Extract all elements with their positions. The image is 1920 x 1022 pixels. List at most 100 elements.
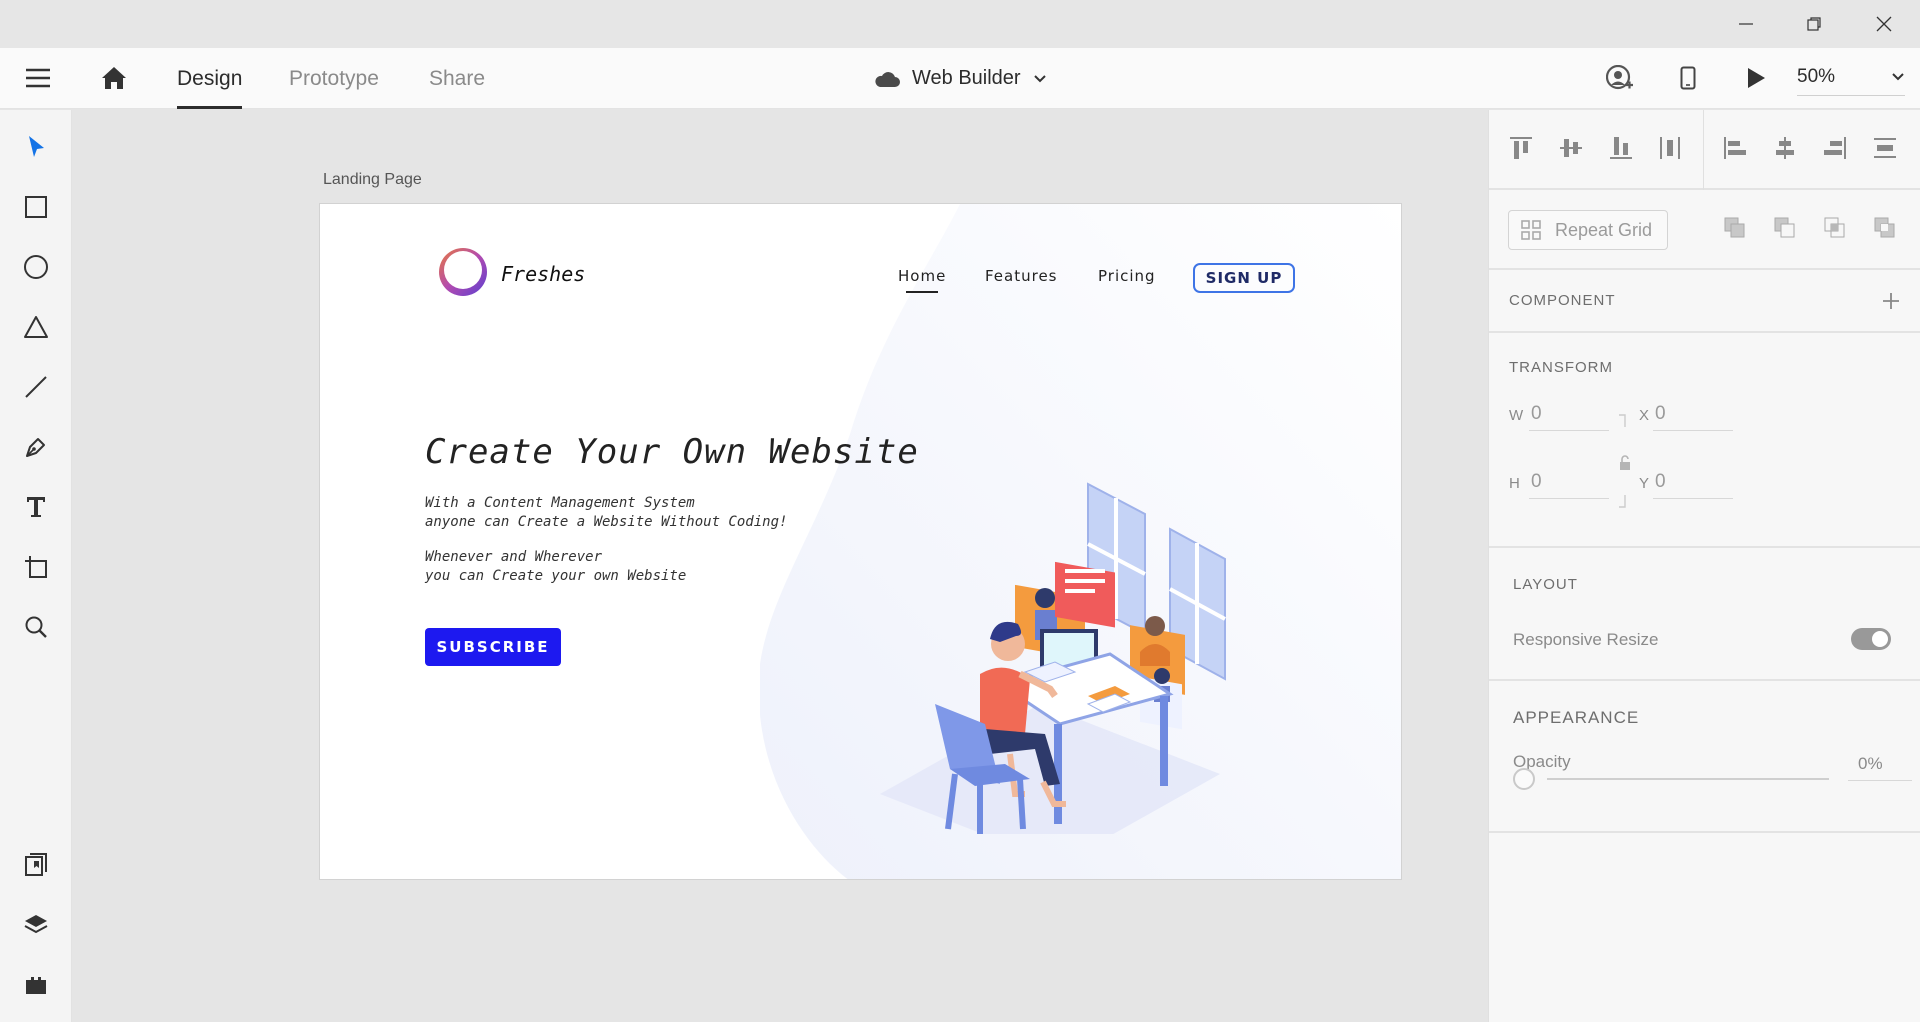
tab-design[interactable]: Design <box>177 48 243 109</box>
minimize-button[interactable] <box>1712 0 1780 48</box>
distribute-horizontal-icon <box>1660 137 1680 159</box>
tab-share[interactable]: Share <box>429 48 485 109</box>
hero-illustration <box>880 482 1226 834</box>
document-title-menu[interactable]: Web Builder <box>874 48 1047 109</box>
restore-button[interactable] <box>1780 0 1848 48</box>
play-icon <box>1748 68 1765 88</box>
lock-icon <box>1619 414 1630 508</box>
minimize-icon <box>1739 23 1753 25</box>
opacity-slider-knob[interactable] <box>1513 768 1535 790</box>
layers-icon <box>24 915 48 934</box>
height-label: H <box>1509 475 1520 492</box>
distribute-horizontal-button[interactable] <box>1652 130 1688 166</box>
tab-prototype[interactable]: Prototype <box>289 48 379 109</box>
text-tool[interactable] <box>16 487 56 527</box>
align-center-icon <box>1776 137 1794 159</box>
opacity-value-field[interactable]: 0% <box>1848 747 1912 781</box>
subscribe-button[interactable]: SUBSCRIBE <box>425 628 561 666</box>
rectangle-tool[interactable] <box>16 187 56 227</box>
artboard-label[interactable]: Landing Page <box>323 171 422 189</box>
distribute-vertical-button[interactable] <box>1867 130 1903 166</box>
align-bottom-icon <box>1610 137 1632 159</box>
site-nav-features[interactable]: Features <box>985 267 1058 285</box>
menu-button[interactable] <box>18 60 58 96</box>
site-nav-pricing[interactable]: Pricing <box>1098 267 1156 285</box>
responsive-resize-toggle[interactable] <box>1851 628 1891 650</box>
appearance-title: APPEARANCE <box>1513 708 1640 727</box>
x-field[interactable]: 0 <box>1653 397 1733 431</box>
boolean-add-button[interactable] <box>1717 210 1753 246</box>
boolean-subtract-icon <box>1774 217 1795 238</box>
repeat-grid-label: Repeat Grid <box>1555 219 1653 240</box>
boolean-intersect-icon <box>1824 217 1845 238</box>
pen-tool[interactable] <box>16 427 56 467</box>
ellipse-icon <box>24 255 48 279</box>
site-nav-home[interactable]: Home <box>898 267 946 293</box>
transform-title: TRANSFORM <box>1509 359 1613 376</box>
align-top-button[interactable] <box>1503 130 1539 166</box>
invite-user-icon <box>1606 65 1633 90</box>
x-label: X <box>1639 407 1650 424</box>
align-right-icon <box>1824 137 1846 159</box>
align-left-icon <box>1724 137 1746 159</box>
appearance-section: APPEARANCE Opacity 0% <box>1489 681 1920 833</box>
align-section <box>1489 110 1920 190</box>
site-signup-button[interactable]: SIGN UP <box>1193 263 1295 293</box>
opacity-slider-track[interactable] <box>1547 778 1829 780</box>
polygon-tool[interactable] <box>16 307 56 347</box>
device-preview-button[interactable] <box>1668 60 1708 96</box>
artboard-landing-page[interactable]: Freshes Home Features Pricing SIGN UP Cr… <box>319 203 1402 880</box>
plugins-icon <box>26 977 46 994</box>
ellipse-tool[interactable] <box>16 247 56 287</box>
play-preview-button[interactable] <box>1736 60 1776 96</box>
layers-panel-button[interactable] <box>16 905 56 945</box>
zoom-select[interactable]: 50% <box>1797 58 1905 96</box>
close-window-button[interactable] <box>1850 0 1918 48</box>
rectangle-icon <box>25 196 47 218</box>
select-tool[interactable] <box>16 127 56 167</box>
responsive-resize-label: Responsive Resize <box>1513 630 1659 649</box>
y-label: Y <box>1639 475 1650 492</box>
divider <box>1703 110 1704 190</box>
y-field[interactable]: 0 <box>1653 465 1733 499</box>
align-middle-icon <box>1560 139 1582 157</box>
chevron-down-icon <box>1033 74 1046 82</box>
width-field[interactable]: 0 <box>1529 397 1609 431</box>
boolean-subtract-button[interactable] <box>1767 210 1803 246</box>
width-label: W <box>1509 407 1524 424</box>
distribute-vertical-icon <box>1874 138 1896 158</box>
align-center-button[interactable] <box>1767 130 1803 166</box>
align-middle-button[interactable] <box>1553 130 1589 166</box>
component-section: COMPONENT <box>1489 270 1920 333</box>
home-icon <box>102 67 126 89</box>
align-left-button[interactable] <box>1717 130 1753 166</box>
artboard-tool[interactable] <box>16 547 56 587</box>
tool-rail <box>0 110 72 1022</box>
line-tool[interactable] <box>16 367 56 407</box>
plugins-panel-button[interactable] <box>16 965 56 1005</box>
add-component-button[interactable] <box>1879 289 1903 313</box>
boolean-intersect-button[interactable] <box>1817 210 1853 246</box>
height-field[interactable]: 0 <box>1529 465 1609 499</box>
layout-section: LAYOUT Responsive Resize <box>1489 548 1920 681</box>
document-title: Web Builder <box>912 67 1021 89</box>
boolean-exclude-button[interactable] <box>1867 210 1903 246</box>
boolean-exclude-icon <box>1874 217 1895 238</box>
close-icon <box>1876 16 1892 32</box>
hero-paragraph-2-line-1: Whenever and Wherever <box>425 549 603 565</box>
brand-logo <box>439 248 487 296</box>
magnifier-icon <box>25 616 47 638</box>
zoom-value: 50% <box>1797 65 1836 87</box>
repeat-grid-button[interactable]: Repeat Grid <box>1508 210 1668 250</box>
invite-button[interactable] <box>1600 60 1640 96</box>
align-right-button[interactable] <box>1817 130 1853 166</box>
lock-aspect-button[interactable] <box>1609 411 1649 511</box>
pen-icon <box>26 438 45 457</box>
repeat-grid-section: Repeat Grid <box>1489 190 1920 270</box>
zoom-tool[interactable] <box>16 607 56 647</box>
assets-panel-button[interactable] <box>16 845 56 885</box>
line-icon <box>25 376 47 398</box>
align-bottom-button[interactable] <box>1603 130 1639 166</box>
home-button[interactable] <box>94 60 134 96</box>
text-icon <box>27 497 45 517</box>
